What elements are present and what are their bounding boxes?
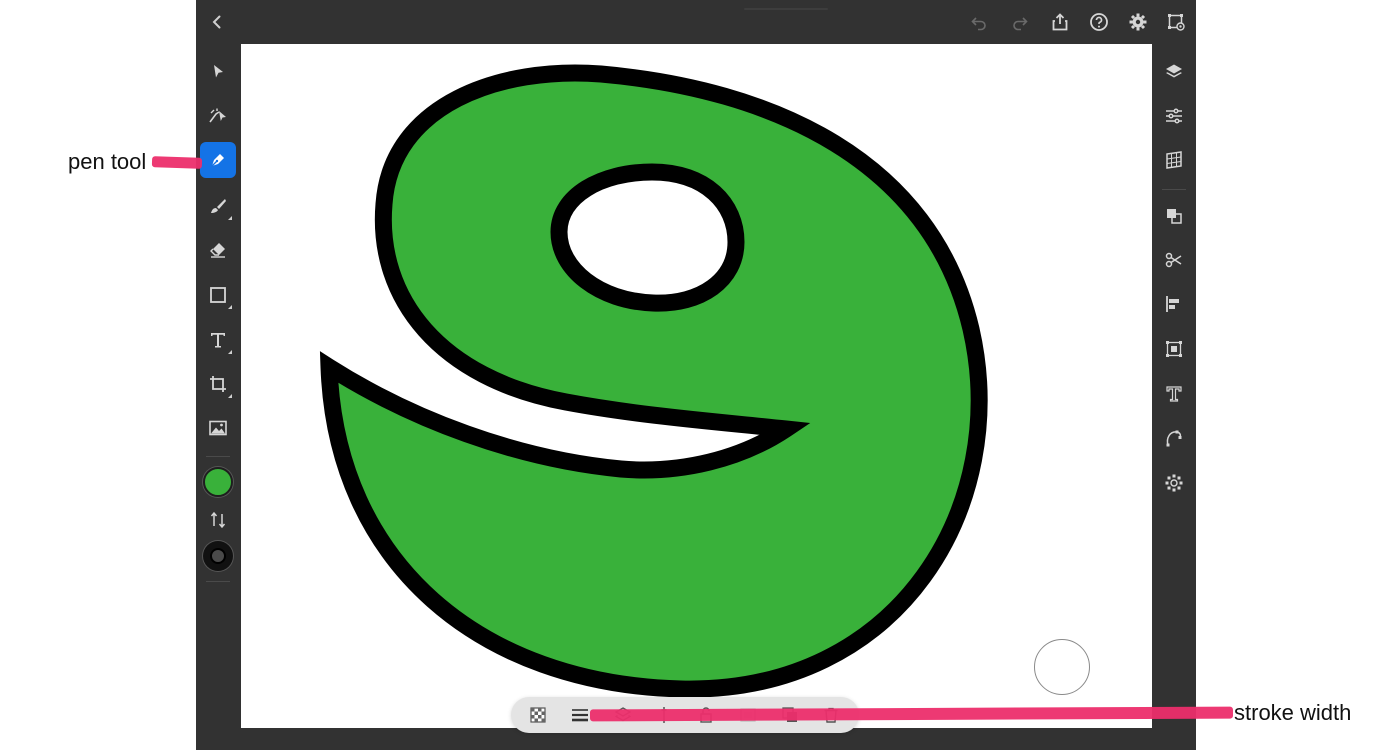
selection-tool[interactable] <box>200 54 236 90</box>
redo-icon[interactable] <box>1008 10 1032 34</box>
app-window <box>196 0 1196 750</box>
direct-selection-icon <box>209 108 226 123</box>
properties-icon[interactable] <box>1158 100 1190 132</box>
type-tool[interactable] <box>200 322 236 358</box>
undo-icon[interactable] <box>967 10 991 34</box>
annotation-marker-pen <box>151 156 203 169</box>
stroke-width-icon[interactable] <box>569 704 591 726</box>
crop-icon <box>210 376 226 392</box>
annotation-pen-tool: pen tool <box>68 149 147 174</box>
annotation-stroke-width: stroke width <box>1234 700 1352 725</box>
eraser-icon <box>210 243 225 258</box>
share-icon[interactable] <box>1048 10 1072 34</box>
crop-tool[interactable] <box>200 366 236 402</box>
pen-icon <box>211 154 224 167</box>
stroke-swatch-center <box>210 548 226 564</box>
brush-icon <box>211 199 226 213</box>
transform-icon[interactable] <box>1158 333 1190 365</box>
grid-icon[interactable] <box>1158 144 1190 176</box>
align-icon[interactable] <box>1158 288 1190 320</box>
settings-icon[interactable] <box>1126 10 1150 34</box>
cut-icon[interactable] <box>1158 244 1190 276</box>
back-icon[interactable] <box>205 10 229 34</box>
number-nine-shape[interactable] <box>241 44 1152 728</box>
top-handle <box>744 8 828 10</box>
direct-selection-tool[interactable] <box>200 98 236 134</box>
submenu-indicator <box>228 394 232 398</box>
artboard-preview-icon[interactable] <box>1164 10 1188 34</box>
top-bar <box>196 0 1196 44</box>
toolbar-divider <box>206 456 230 457</box>
layers-icon[interactable] <box>1158 56 1190 88</box>
submenu-indicator <box>228 216 232 220</box>
fill-color-swatch[interactable] <box>203 467 233 497</box>
shape-tool[interactable] <box>200 277 236 313</box>
toolbar-divider <box>1162 189 1186 190</box>
submenu-indicator <box>228 350 232 354</box>
stroke-color-swatch[interactable] <box>203 541 233 571</box>
image-icon <box>209 420 227 436</box>
swap-colors-icon[interactable] <box>208 510 228 530</box>
repeat-icon[interactable] <box>1158 467 1190 499</box>
selection-arrow-icon <box>214 65 223 78</box>
transparency-icon[interactable] <box>527 704 549 726</box>
type-properties-icon[interactable] <box>1158 378 1190 410</box>
touch-shortcut-circle[interactable] <box>1034 639 1090 695</box>
pen-tool[interactable] <box>200 142 236 178</box>
rectangle-icon <box>210 287 226 303</box>
brush-tool[interactable] <box>200 188 236 224</box>
canvas[interactable] <box>241 44 1152 728</box>
toolbar-divider <box>206 581 230 582</box>
path-icon[interactable] <box>1158 422 1190 454</box>
submenu-indicator <box>228 305 232 309</box>
eraser-tool[interactable] <box>200 232 236 268</box>
place-image-tool[interactable] <box>200 410 236 446</box>
combine-shapes-icon[interactable] <box>1158 200 1190 232</box>
help-icon[interactable] <box>1087 10 1111 34</box>
type-icon <box>211 333 225 348</box>
